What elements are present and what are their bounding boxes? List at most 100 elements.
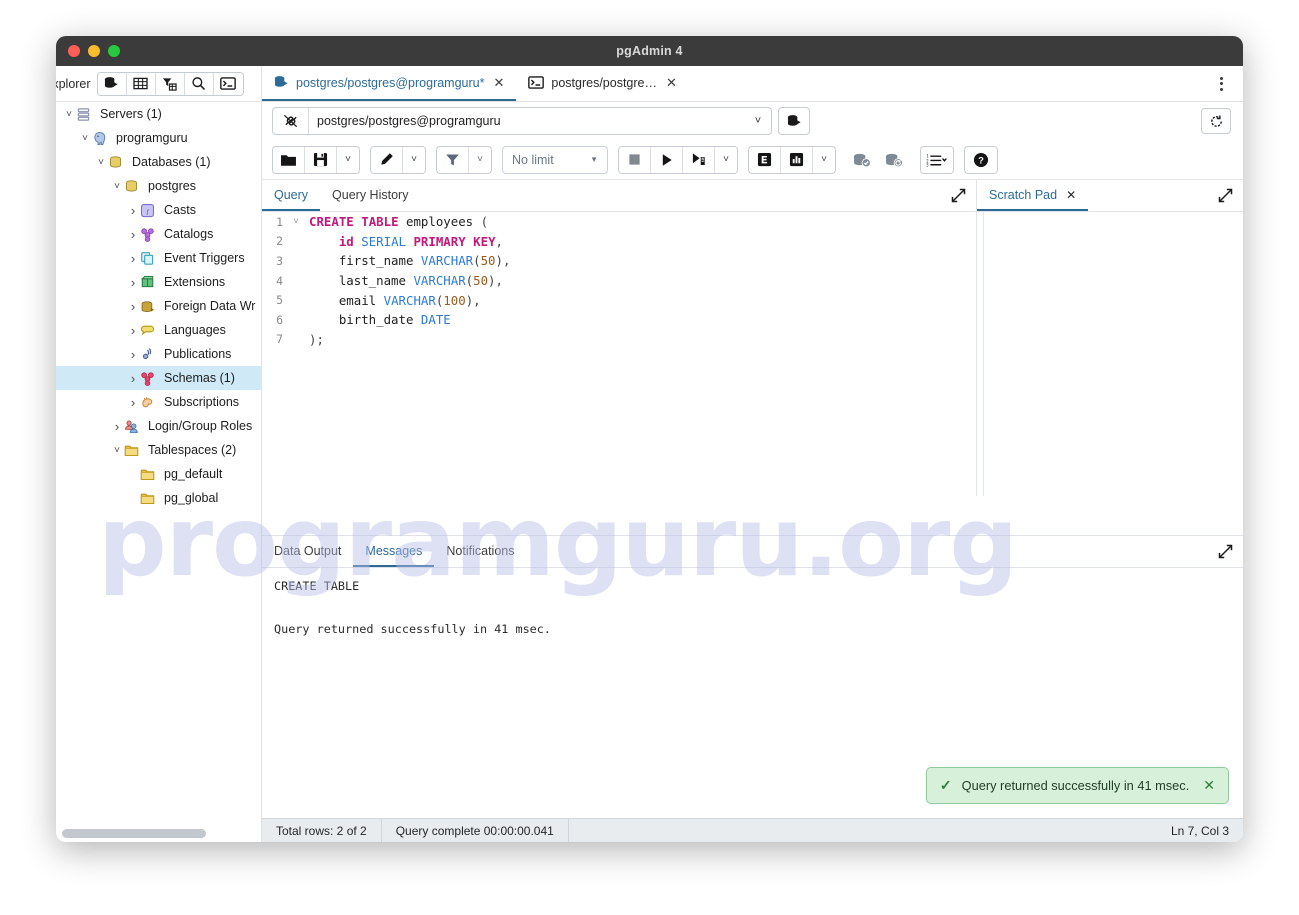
chevron-down-icon[interactable]: ˅ (813, 146, 835, 173)
tree-node-subscriptions[interactable]: › Subscriptions (56, 390, 261, 414)
scratch-pad-editor[interactable] (977, 212, 1243, 496)
close-icon[interactable]: ✕ (493, 75, 504, 91)
grid-icon[interactable] (126, 72, 156, 95)
tab-messages[interactable]: Messages (353, 536, 435, 567)
tree-node-label: Databases (1) (132, 155, 211, 169)
code-line[interactable]: 1 ˅ CREATE TABLE employees ( (262, 212, 976, 232)
chevron-right-icon[interactable]: › (126, 323, 140, 338)
macros-list-icon[interactable]: 1 2 3 (921, 146, 953, 173)
filter-icon[interactable] (437, 146, 469, 173)
chevron-right-icon[interactable]: › (126, 275, 140, 290)
row-limit-select[interactable]: No limit ▼ (502, 145, 608, 174)
chevron-down-icon[interactable]: ˅ (94, 157, 108, 168)
chevron-down-icon[interactable]: ˅ (403, 146, 425, 173)
tab-query-tool-1[interactable]: postgres/postgres@programguru* ✕ (262, 66, 517, 101)
help-icon[interactable]: ? (965, 146, 997, 173)
chevron-down-icon[interactable]: ˅ (78, 133, 92, 144)
close-icon[interactable]: ✕ (666, 75, 677, 91)
object-explorer-icon[interactable] (97, 72, 127, 95)
code-line[interactable]: 7); (262, 330, 976, 350)
tree-node-casts[interactable]: › f Casts (56, 198, 261, 222)
chevron-down-icon[interactable]: ˅ (110, 445, 124, 456)
play-icon[interactable] (651, 146, 683, 173)
tab-query[interactable]: Query (262, 180, 321, 211)
chevron-right-icon[interactable]: › (126, 299, 140, 314)
commit-icon[interactable] (846, 145, 878, 174)
tree-node-login-group-roles[interactable]: › Login/Group Roles (56, 414, 261, 438)
tree-node-label: programguru (116, 131, 188, 145)
tab-notifications[interactable]: Notifications (434, 536, 526, 567)
database-select-button[interactable] (778, 107, 810, 135)
tab-data-output[interactable]: Data Output (262, 536, 353, 567)
stop-icon[interactable] (619, 146, 651, 173)
line-number: 2 (276, 234, 283, 249)
tab-scratch-pad[interactable]: Scratch Pad ✕ (977, 180, 1089, 211)
tree-node-languages[interactable]: › Languages (56, 318, 261, 342)
chevron-down-icon[interactable]: ˅ (62, 109, 76, 120)
rollback-icon[interactable] (878, 145, 910, 174)
explain-icon[interactable] (749, 146, 781, 173)
tree-node-tablespaces-2[interactable]: ˅ Tablespaces (2) (56, 438, 261, 462)
line-number: 5 (276, 293, 283, 308)
code-line[interactable]: 3 first_name VARCHAR(50), (262, 251, 976, 271)
minimize-window-button[interactable] (88, 45, 100, 57)
expand-icon[interactable] (1218, 536, 1233, 567)
message-line-1: CREATE TABLE (274, 579, 360, 593)
chevron-down-icon[interactable]: ˅ (337, 146, 359, 173)
chevron-right-icon[interactable]: › (126, 395, 140, 410)
tab-query-history[interactable]: Query History (320, 180, 420, 211)
tree-node-publications[interactable]: › Publications (56, 342, 261, 366)
code-line[interactable]: 4 last_name VARCHAR(50), (262, 271, 976, 291)
object-tree[interactable]: ˅ Servers (1) ˅ programguru ˅ Databases (1) ˅ p… (56, 102, 261, 824)
chevron-down-icon[interactable]: ˅ (745, 115, 771, 127)
close-window-button[interactable] (68, 45, 80, 57)
tree-node-foreign-data-wr[interactable]: › Foreign Data Wr (56, 294, 261, 318)
expand-icon[interactable] (1218, 180, 1233, 211)
code-line[interactable]: 5 email VARCHAR(100), (262, 290, 976, 310)
expand-icon[interactable] (951, 180, 966, 211)
explorer-horizontal-scrollbar[interactable] (62, 829, 258, 838)
tree-node-event-triggers[interactable]: › Event Triggers (56, 246, 261, 270)
chevron-right-icon[interactable]: › (126, 371, 140, 386)
chevron-right-icon[interactable]: › (126, 227, 140, 242)
chevron-down-icon[interactable]: ˅ (110, 181, 124, 192)
chevron-right-icon[interactable]: › (126, 251, 140, 266)
chevron-right-icon[interactable]: › (126, 203, 140, 218)
chevron-down-icon[interactable]: ˅ (469, 146, 491, 173)
filter-tree-icon[interactable] (155, 72, 185, 95)
folder-open-icon[interactable] (273, 146, 305, 173)
sql-editor[interactable]: 1 ˅ CREATE TABLE employees (2 id SERIAL PR… (262, 212, 976, 496)
tree-node-postgres[interactable]: ˅ postgres (56, 174, 261, 198)
play-script-icon[interactable] (683, 146, 715, 173)
tree-node-pg-global[interactable]: pg_global (56, 486, 261, 510)
maximize-window-button[interactable] (108, 45, 120, 57)
connection-select[interactable]: postgres/postgres@programguru ˅ (272, 107, 772, 135)
code-line[interactable]: 6 birth_date DATE (262, 310, 976, 330)
explain-analyze-icon[interactable] (781, 146, 813, 173)
terminal-icon[interactable] (213, 72, 243, 95)
casts-icon: f (140, 203, 158, 218)
scrollbar-thumb[interactable] (62, 829, 206, 838)
tree-node-schemas-1[interactable]: › Schemas (1) (56, 366, 261, 390)
search-icon[interactable] (184, 72, 214, 95)
tree-node-extensions[interactable]: › Extensions (56, 270, 261, 294)
tree-node-catalogs[interactable]: › Catalogs (56, 222, 261, 246)
chevron-right-icon[interactable]: › (126, 347, 140, 362)
pencil-icon[interactable] (371, 146, 403, 173)
close-icon[interactable]: ✕ (1203, 777, 1215, 794)
tree-node-databases-1[interactable]: ˅ Databases (1) (56, 150, 261, 174)
more-options-kebab-icon[interactable] (1211, 66, 1231, 101)
chevron-down-icon[interactable]: ˅ (715, 146, 737, 173)
chevron-right-icon[interactable]: › (110, 419, 124, 434)
tab-psql-1[interactable]: postgres/postgre… ✕ (516, 66, 689, 101)
tree-node-programguru[interactable]: ˅ programguru (56, 126, 261, 150)
close-icon[interactable]: ✕ (1066, 188, 1076, 202)
code-line[interactable]: 2 id SERIAL PRIMARY KEY, (262, 232, 976, 252)
reset-layout-button[interactable] (1201, 108, 1231, 134)
tree-node-servers-1[interactable]: ˅ Servers (1) (56, 102, 261, 126)
save-icon[interactable] (305, 146, 337, 173)
tree-node-pg-default[interactable]: pg_default (56, 462, 261, 486)
fold-chevron-down-icon[interactable]: ˅ (288, 216, 304, 227)
app-body: programguru.org Explorer (56, 66, 1243, 842)
